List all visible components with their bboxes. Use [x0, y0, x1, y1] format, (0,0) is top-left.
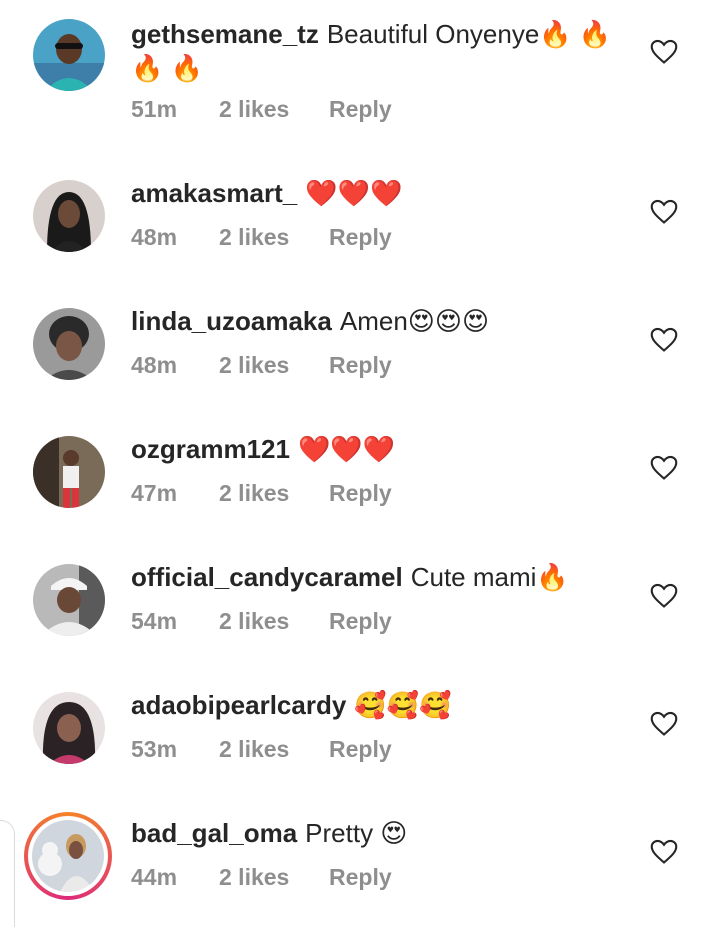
heart-outline-icon[interactable] — [650, 327, 678, 353]
timestamp: 51m — [131, 96, 178, 122]
avatar[interactable] — [33, 180, 105, 252]
reply-button[interactable]: Reply — [329, 864, 392, 891]
comment-meta: 48m 2 likes Reply — [131, 224, 392, 251]
likes-count[interactable]: 2 likes — [219, 736, 329, 763]
likes-count[interactable]: 2 likes — [219, 480, 329, 507]
heart-outline-icon[interactable] — [650, 711, 678, 737]
reply-button[interactable]: Reply — [329, 224, 392, 251]
username[interactable]: ozgramm121 — [131, 434, 290, 464]
likes-count[interactable]: 2 likes — [219, 864, 329, 891]
avatar[interactable] — [33, 564, 105, 636]
overlay-edge — [0, 820, 15, 927]
comment-text: ❤️❤️❤️ — [305, 178, 403, 208]
username[interactable]: amakasmart_ — [131, 178, 297, 208]
comment-line: official_candycaramel Cute mami🔥 — [131, 560, 640, 594]
timestamp: 48m — [131, 352, 178, 378]
likes-count[interactable]: 2 likes — [219, 224, 329, 251]
username[interactable]: linda_uzoamaka — [131, 306, 332, 336]
reply-button[interactable]: Reply — [329, 352, 392, 379]
comment-meta: 48m 2 likes Reply — [131, 352, 392, 379]
comment-item: ozgramm121 ❤️❤️❤️ 47m 2 likes Reply — [0, 416, 720, 544]
comment-meta: 53m 2 likes Reply — [131, 736, 392, 763]
comment-meta: 44m 2 likes Reply — [131, 864, 392, 891]
username[interactable]: official_candycaramel — [131, 562, 403, 592]
timestamp: 53m — [131, 736, 178, 762]
reply-button[interactable]: Reply — [329, 480, 392, 507]
heart-outline-icon[interactable] — [650, 839, 678, 865]
story-ring[interactable] — [24, 812, 112, 900]
likes-count[interactable]: 2 likes — [219, 352, 329, 379]
timestamp: 44m — [131, 864, 178, 890]
comment-line: adaobipearlcardy 🥰🥰🥰 — [131, 688, 640, 722]
avatar[interactable] — [32, 820, 104, 892]
reply-button[interactable]: Reply — [329, 608, 392, 635]
username[interactable]: gethsemane_tz — [131, 19, 319, 49]
comment-line: linda_uzoamaka Amen😍😍😍 — [131, 304, 640, 338]
avatar[interactable] — [33, 436, 105, 508]
comment-item: official_candycaramel Cute mami🔥 54m 2 lik… — [0, 544, 720, 672]
comment-text: ❤️❤️❤️ — [297, 434, 396, 464]
likes-count[interactable]: 2 likes — [219, 96, 329, 123]
comment-text: 🥰🥰🥰 — [354, 690, 452, 720]
comment-meta: 54m 2 likes Reply — [131, 608, 392, 635]
timestamp: 48m — [131, 224, 178, 250]
comment-line: gethsemane_tz Beautiful Onyenye🔥 🔥 🔥 🔥 — [131, 17, 640, 85]
comment-text: Amen😍😍😍 — [339, 306, 490, 336]
comment-item: linda_uzoamaka Amen😍😍😍 48m 2 likes Reply — [0, 288, 720, 416]
comment-line: amakasmart_ ❤️❤️❤️ — [131, 176, 640, 210]
reply-button[interactable]: Reply — [329, 736, 392, 763]
reply-button[interactable]: Reply — [329, 96, 392, 123]
avatar[interactable] — [33, 19, 105, 91]
comment-item: gethsemane_tz Beautiful Onyenye🔥 🔥 🔥 🔥 51… — [0, 0, 720, 128]
heart-outline-icon[interactable] — [650, 39, 678, 65]
heart-outline-icon[interactable] — [650, 583, 678, 609]
comment-meta: 47m 2 likes Reply — [131, 480, 392, 507]
comment-text: Pretty 😍 — [305, 818, 408, 848]
comment-item: amakasmart_ ❤️❤️❤️ 48m 2 likes Reply — [0, 160, 720, 288]
comment-item: bad_gal_oma Pretty 😍 44m 2 likes Reply — [0, 800, 720, 928]
heart-outline-icon[interactable] — [650, 199, 678, 225]
avatar[interactable] — [33, 308, 105, 380]
username[interactable]: adaobipearlcardy — [131, 690, 346, 720]
avatar[interactable] — [33, 692, 105, 764]
comment-text: Cute mami🔥 — [410, 562, 569, 592]
likes-count[interactable]: 2 likes — [219, 608, 329, 635]
username[interactable]: bad_gal_oma — [131, 818, 297, 848]
heart-outline-icon[interactable] — [650, 455, 678, 481]
comment-meta: 51m 2 likes Reply — [131, 96, 392, 123]
comment-line: ozgramm121 ❤️❤️❤️ — [131, 432, 640, 466]
comment-item: adaobipearlcardy 🥰🥰🥰 53m 2 likes Reply — [0, 672, 720, 800]
timestamp: 47m — [131, 480, 178, 506]
comment-line: bad_gal_oma Pretty 😍 — [131, 816, 640, 850]
timestamp: 54m — [131, 608, 178, 634]
